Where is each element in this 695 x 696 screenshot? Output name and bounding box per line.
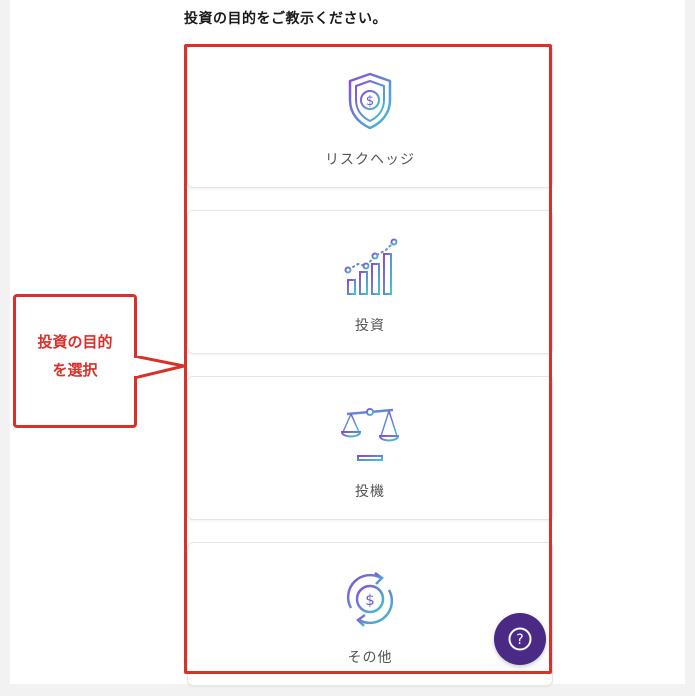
svg-text:?: ? <box>516 632 523 648</box>
question-icon: ? <box>508 627 532 651</box>
option-card-risk-hedge[interactable]: $ リスクヘッジ <box>187 44 553 188</box>
circular-dollar-icon: $ <box>338 567 402 631</box>
help-button[interactable]: ? <box>494 613 546 665</box>
callout-pointer <box>134 356 186 380</box>
balance-scale-icon <box>338 401 402 465</box>
option-card-speculation[interactable]: 投機 <box>187 376 553 520</box>
annotation-text: 投資の目的 を選択 <box>16 328 134 384</box>
growth-chart-icon <box>338 235 402 299</box>
svg-text:$: $ <box>365 591 375 609</box>
page-left-border <box>0 0 10 696</box>
option-label: 投資 <box>355 318 385 334</box>
option-card-other[interactable]: $ その他 <box>187 542 553 686</box>
option-label: リスクヘッジ <box>325 152 415 168</box>
page-right-border <box>685 0 695 696</box>
annotation-line-1: 投資の目的 <box>37 333 113 351</box>
shield-dollar-icon: $ <box>338 69 402 133</box>
option-card-investment[interactable]: 投資 <box>187 210 553 354</box>
annotation-line-2: を選択 <box>52 361 98 379</box>
svg-text:$: $ <box>366 94 374 109</box>
option-label: 投機 <box>355 484 385 500</box>
option-label: その他 <box>347 650 393 666</box>
question-heading: 投資の目的をご教示ください。 <box>184 11 387 27</box>
